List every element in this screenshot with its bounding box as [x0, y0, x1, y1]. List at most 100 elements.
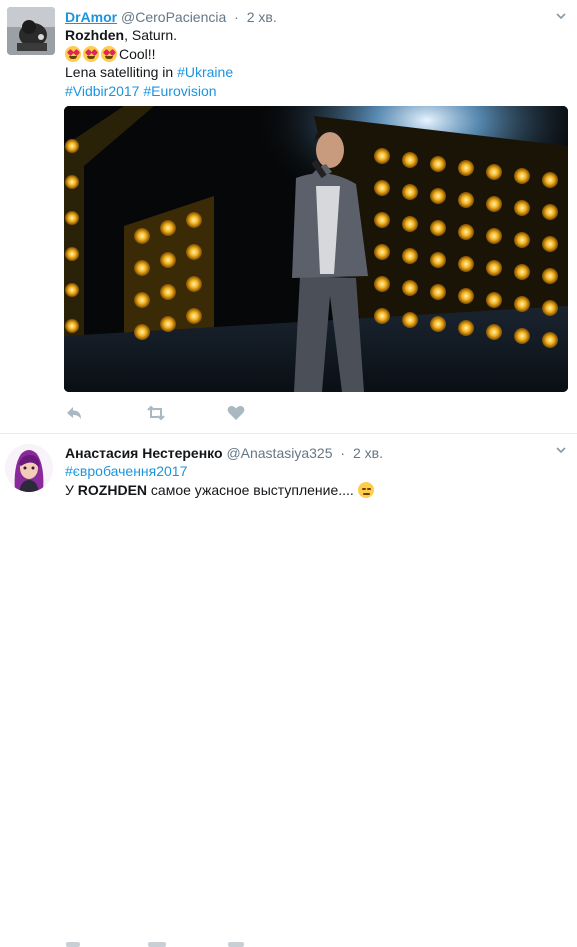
stage-light: [514, 232, 530, 248]
stage-light: [65, 283, 79, 297]
stage-light: [134, 324, 150, 340]
stage-light: [486, 260, 502, 276]
stage-light: [542, 300, 558, 316]
tweet-actions-partial: [64, 942, 324, 947]
stage-light: [65, 211, 79, 225]
stage-light: [430, 188, 446, 204]
hashtag-link[interactable]: #Vidbir2017: [65, 83, 139, 99]
timestamp[interactable]: 2 хв.: [353, 445, 383, 461]
stage-light: [65, 319, 79, 333]
stage-light: [374, 212, 390, 228]
expressionless-emoji: [357, 481, 374, 498]
separator: ·: [340, 445, 346, 461]
bold-text: Rozhden: [65, 27, 125, 43]
stage-light: [542, 236, 558, 252]
reply-icon[interactable]: [64, 404, 84, 422]
author-handle[interactable]: @CeroPaciencia: [121, 9, 226, 25]
separator: ·: [234, 9, 239, 25]
stage-light: [134, 228, 150, 244]
tweet-header: Анастасия Нестеренко @Anastasiya325 · 2 …: [65, 444, 383, 462]
hashtag-link[interactable]: #Eurovision: [143, 83, 216, 99]
stage-light: [160, 316, 176, 332]
stage-light: [430, 252, 446, 268]
bold-text: ROZHDEN: [77, 481, 148, 498]
text: самое ужасное выступление....: [147, 481, 354, 498]
stage-light: [514, 200, 530, 216]
stage-light: [374, 180, 390, 196]
tweet-line: #Vidbir2017 #Eurovision: [65, 82, 233, 101]
stage-light: [542, 204, 558, 220]
stage-light: [186, 276, 202, 292]
stage-light: [542, 172, 558, 188]
stage-light: [374, 276, 390, 292]
stage-light: [186, 244, 202, 260]
heart-eyes-emoji: [65, 45, 81, 62]
stage-light: [65, 247, 79, 261]
stage-light: [65, 175, 79, 189]
tweet-actions: [64, 404, 364, 422]
tweet[interactable]: Анастасия Нестеренко @Anastasiya325 · 2 …: [0, 434, 577, 947]
tweet-line: Lena satelliting in #Ukraine: [65, 63, 233, 82]
text: У: [65, 481, 78, 498]
stage-light: [514, 328, 530, 344]
video-frame: [64, 106, 568, 392]
hashtag-link[interactable]: #євробачення2017: [65, 463, 187, 479]
hashtag-link[interactable]: #Ukraine: [177, 64, 233, 80]
tweet-line: Rozhden, Saturn.: [65, 26, 233, 45]
text: , Saturn.: [124, 27, 178, 43]
author-name[interactable]: Анастасия Нестеренко: [65, 445, 223, 461]
avatar[interactable]: [7, 7, 55, 55]
stage-light: [160, 252, 176, 268]
stage-light: [402, 184, 418, 200]
stage-light: [134, 260, 150, 276]
stage-light: [134, 292, 150, 308]
stage-light: [486, 196, 502, 212]
tweet-text: Rozhden, Saturn. Cool!! Lena satelliting…: [65, 26, 233, 100]
stage-light: [514, 296, 530, 312]
stage-light: [486, 324, 502, 340]
avatar[interactable]: [5, 444, 53, 492]
stage-light: [374, 308, 390, 324]
stage-light: [160, 220, 176, 236]
chevron-down-icon[interactable]: [555, 444, 567, 456]
stage-light: [402, 280, 418, 296]
timestamp[interactable]: 2 хв.: [247, 9, 277, 25]
stage-light: [430, 284, 446, 300]
stage-light: [458, 192, 474, 208]
stage-light: [486, 164, 502, 180]
stage-light: [542, 268, 558, 284]
stage-light: [458, 320, 474, 336]
tweet-line: #євробачення2017: [65, 462, 376, 481]
stage-light: [402, 248, 418, 264]
heart-eyes-emoji: [101, 45, 117, 62]
heart-eyes-emoji: [83, 45, 99, 62]
stage-light: [402, 152, 418, 168]
author-name[interactable]: DrAmor: [65, 9, 117, 25]
stage-light: [458, 160, 474, 176]
stage-light: [430, 316, 446, 332]
stage-light: [486, 292, 502, 308]
stage-light: [374, 148, 390, 164]
chevron-down-icon[interactable]: [555, 10, 567, 22]
stage-light: [430, 220, 446, 236]
tweet[interactable]: DrAmor @CeroPaciencia · 2 хв. Rozhden, S…: [0, 0, 577, 434]
text: Cool!!: [119, 45, 156, 62]
retweet-icon[interactable]: [146, 404, 166, 422]
heart-icon[interactable]: [226, 404, 246, 422]
avatar-image: [5, 444, 53, 492]
tweet-line: У ROZHDEN самое ужасное выступление....: [65, 481, 376, 500]
stage-light: [160, 284, 176, 300]
stage-light: [402, 312, 418, 328]
stage-light: [402, 216, 418, 232]
video-player[interactable]: [64, 106, 568, 392]
stage-light: [458, 224, 474, 240]
stage-light: [430, 156, 446, 172]
stage-light: [458, 288, 474, 304]
stage-light: [542, 332, 558, 348]
author-handle[interactable]: @Anastasiya325: [226, 445, 332, 461]
avatar-image: [7, 7, 55, 55]
stage-light: [186, 308, 202, 324]
tweet-text: #євробачення2017 У ROZHDEN самое ужасное…: [65, 462, 376, 499]
stage-light: [514, 264, 530, 280]
stage-light: [186, 212, 202, 228]
